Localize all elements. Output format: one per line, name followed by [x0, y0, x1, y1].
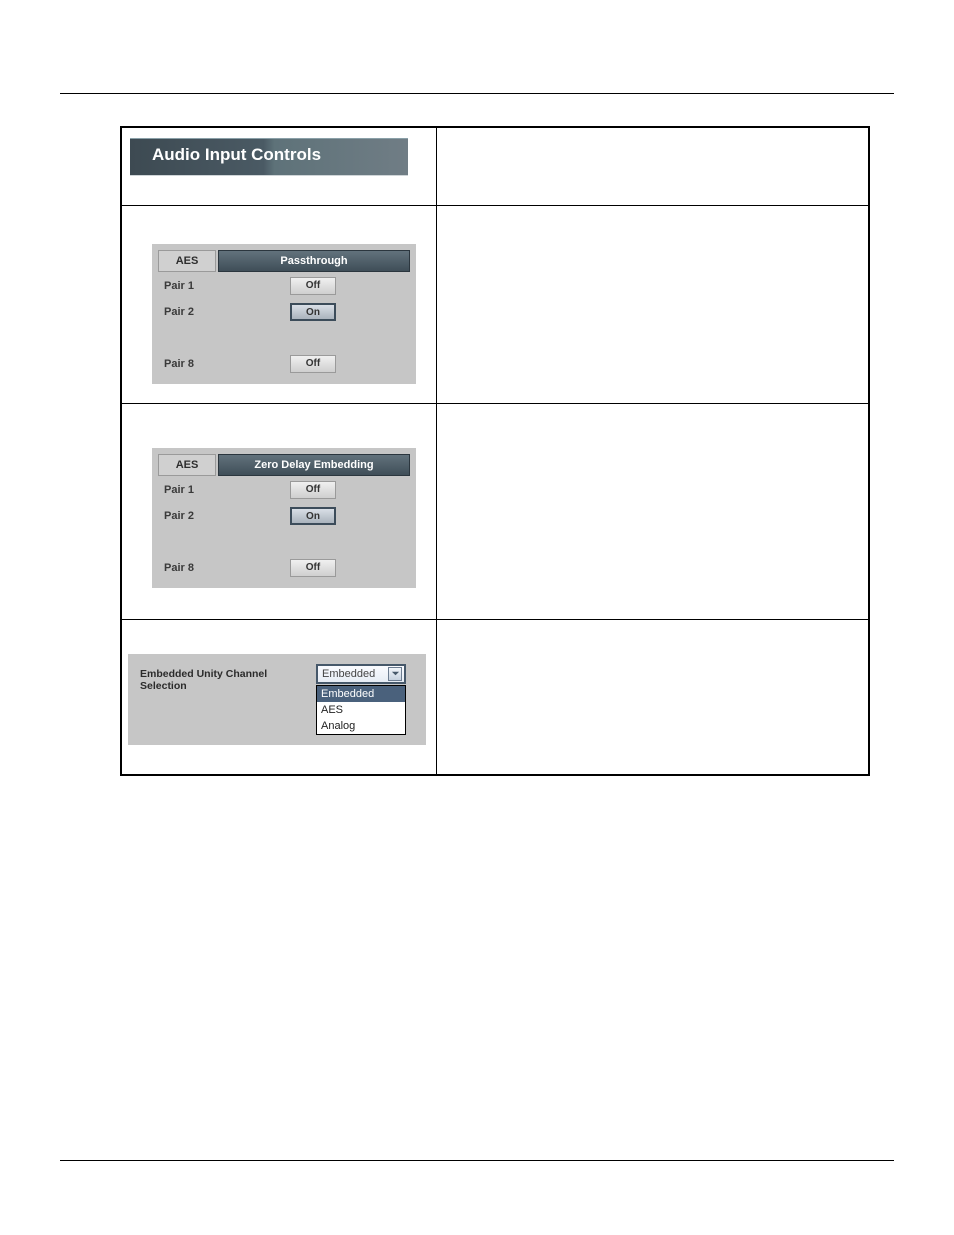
row-label: Pair 2 — [158, 510, 216, 522]
aes-zero-delay-panel: AES Zero Delay Embedding Pair 1 Off Pair… — [152, 448, 416, 588]
option-aes[interactable]: AES — [317, 702, 405, 718]
embedded-unity-select[interactable]: Embedded — [316, 664, 406, 684]
tab-title: Audio Input Controls — [152, 145, 321, 164]
row-label: Pair 8 — [158, 358, 216, 370]
zero-delay-toggle-pair1[interactable]: Off — [290, 481, 336, 499]
option-embedded[interactable]: Embedded — [317, 686, 405, 702]
zero-delay-row-pair8: Pair 8 Off — [158, 556, 410, 580]
row-label: Pair 1 — [158, 280, 216, 292]
column-header-aes: AES — [158, 454, 216, 476]
column-header-passthrough: Passthrough — [218, 250, 410, 272]
header-rule — [60, 93, 894, 94]
row-label: Pair 8 — [158, 562, 216, 574]
passthrough-toggle-pair8[interactable]: Off — [290, 355, 336, 373]
column-header-aes: AES — [158, 250, 216, 272]
audio-input-controls-tab: Audio Input Controls — [130, 138, 408, 176]
passthrough-row-pair8: Pair 8 Off — [158, 352, 410, 376]
embedded-unity-options: Embedded AES Analog — [316, 685, 406, 735]
option-analog[interactable]: Analog — [317, 718, 405, 734]
chevron-down-icon — [388, 667, 402, 681]
footer-rule — [60, 1160, 894, 1161]
zero-delay-row-pair1: Pair 1 Off — [158, 478, 410, 502]
passthrough-row-pair1: Pair 1 Off — [158, 274, 410, 298]
function-table: Audio Input Controls AES Passthrough Pai… — [120, 126, 870, 776]
passthrough-toggle-pair1[interactable]: Off — [290, 277, 336, 295]
row-label: Pair 1 — [158, 484, 216, 496]
column-header-zero-delay: Zero Delay Embedding — [218, 454, 410, 476]
aes-passthrough-panel: AES Passthrough Pair 1 Off Pair 2 On — [152, 244, 416, 384]
zero-delay-toggle-pair8[interactable]: Off — [290, 559, 336, 577]
select-value: Embedded — [322, 668, 375, 680]
passthrough-toggle-pair2[interactable]: On — [290, 303, 336, 321]
zero-delay-row-pair2: Pair 2 On — [158, 504, 410, 528]
zero-delay-toggle-pair2[interactable]: On — [290, 507, 336, 525]
row-label: Pair 2 — [158, 306, 216, 318]
passthrough-row-pair2: Pair 2 On — [158, 300, 410, 324]
embedded-unity-panel: Embedded Unity Channel Selection Embedde… — [128, 654, 426, 745]
embedded-unity-label: Embedded Unity Channel Selection — [136, 664, 316, 692]
